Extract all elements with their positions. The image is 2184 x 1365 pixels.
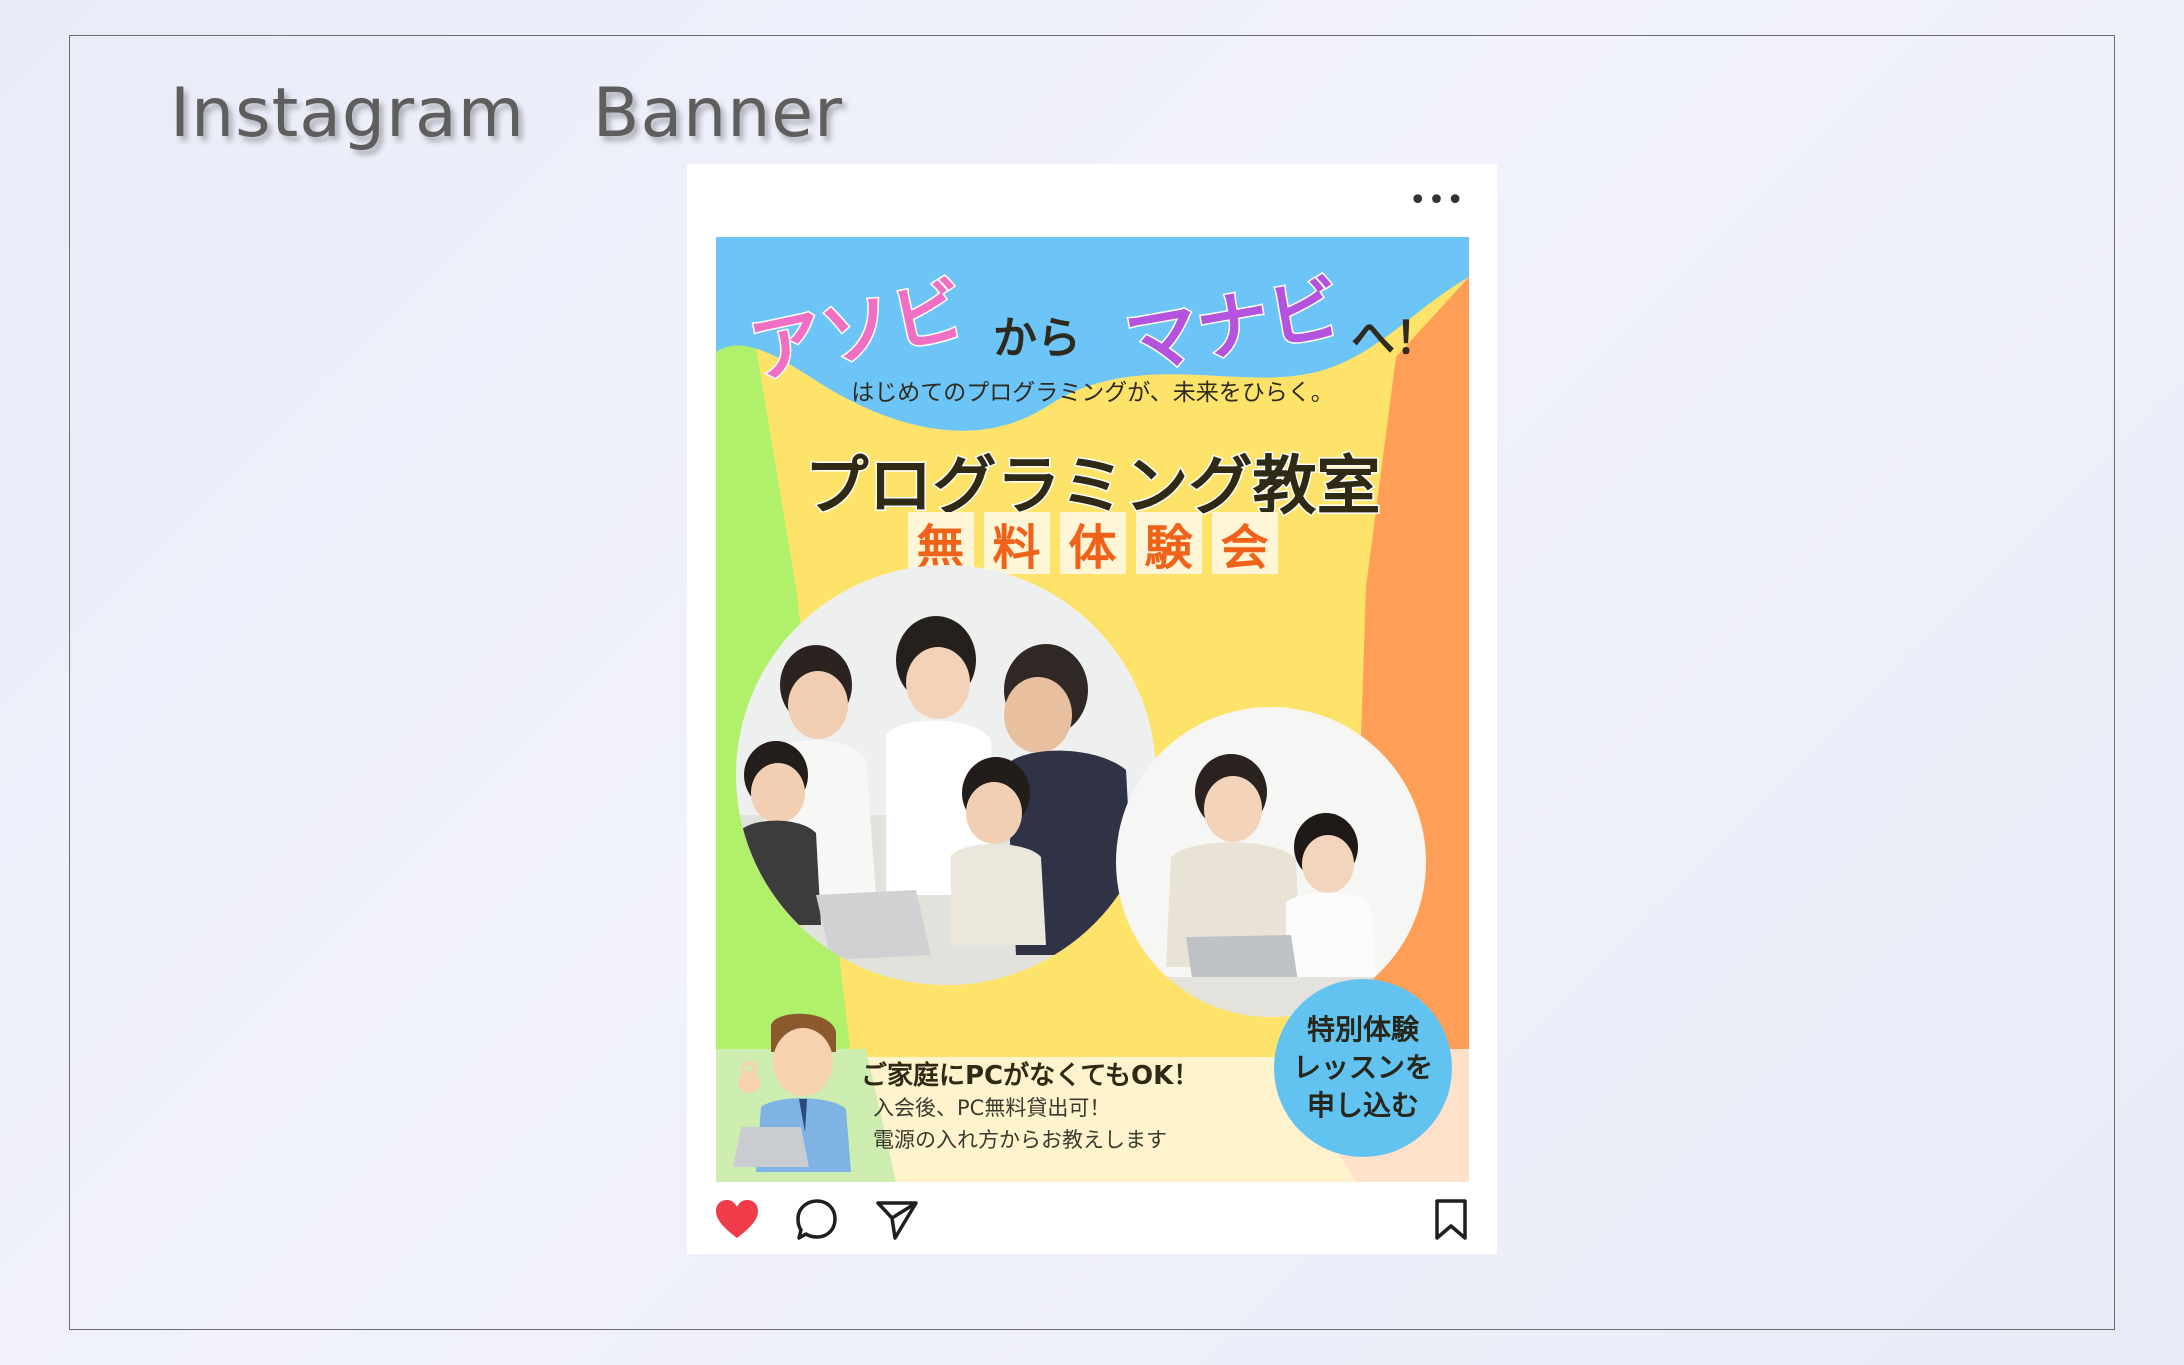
post-actions: [687, 1192, 1497, 1242]
note-line: 電源の入れ方からお教えします: [873, 1128, 1167, 1152]
apply-trial-button[interactable]: 特別体験 レッスンを 申し込む: [1274, 979, 1452, 1157]
note-headline: ご家庭にPCがなくてもOK！: [861, 1061, 1200, 1091]
subtitle-char: 会: [1211, 512, 1278, 576]
catch-kara: から: [993, 313, 1081, 364]
comment-icon[interactable]: [795, 1198, 839, 1242]
instagram-post: ••• アソビ から マナビ へ！ はじめてのプログラミングが、未来をひらく。 …: [687, 164, 1497, 1254]
bookmark-icon[interactable]: [1433, 1198, 1469, 1242]
subtitle-char: 体: [1059, 512, 1126, 576]
catch-he: へ！: [1351, 313, 1439, 364]
subtitle-row: 無 料 体 験 会: [716, 512, 1469, 576]
badge-line: 申し込む: [1306, 1089, 1419, 1122]
pc-note: ご家庭にPCがなくてもOK！ 入会後、PC無料貸出可！ 電源の入れ方からお教えし…: [861, 1055, 1199, 1156]
badge-line: 特別体験: [1306, 1013, 1419, 1046]
tutor-photo: [1116, 707, 1426, 1017]
heart-icon[interactable]: [714, 1198, 760, 1240]
tagline: はじめてのプログラミングが、未来をひらく。: [851, 380, 1334, 406]
promo-banner[interactable]: アソビ から マナビ へ！ はじめてのプログラミングが、未来をひらく。 プログラ…: [716, 237, 1469, 1182]
subtitle-char: 験: [1135, 512, 1202, 576]
teacher-illustration: [733, 1013, 851, 1172]
send-icon[interactable]: [875, 1198, 919, 1242]
family-photo: [736, 565, 1156, 985]
subtitle-char: 料: [983, 512, 1050, 576]
more-options-icon[interactable]: •••: [1409, 186, 1465, 216]
note-line: 入会後、PC無料貸出可！: [873, 1096, 1111, 1120]
page-heading: Instagram Banner: [170, 74, 844, 153]
catch-manabi: マナビ: [1118, 264, 1348, 387]
badge-line: レッスンを: [1292, 1051, 1433, 1084]
catchphrase: アソビ から マナビ へ！: [716, 237, 1469, 396]
